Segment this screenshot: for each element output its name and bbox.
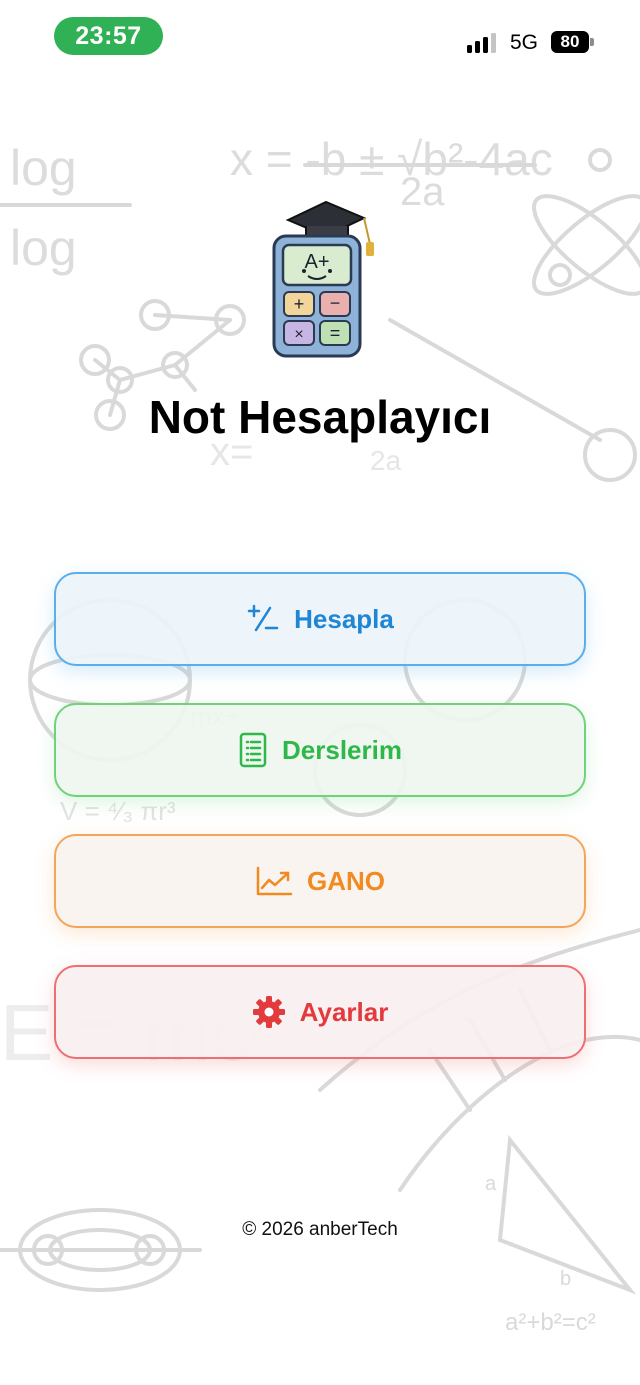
svg-text:+: + <box>294 294 305 314</box>
list-document-icon <box>238 732 268 768</box>
svg-text:log: log <box>10 220 77 276</box>
status-time[interactable]: 23:57 <box>54 17 163 55</box>
gano-button[interactable]: GANO <box>54 834 586 928</box>
svg-text:2a: 2a <box>400 170 445 214</box>
svg-text:a²+b²=c²: a²+b²=c² <box>505 1309 596 1336</box>
line-chart-icon <box>255 865 293 897</box>
svg-text:x = -b ± √b²-4ac: x = -b ± √b²-4ac <box>230 133 553 185</box>
battery-percent: 80 <box>560 32 580 51</box>
ayarlar-button[interactable]: Ayarlar <box>54 965 586 1059</box>
derslerim-button[interactable]: Derslerim <box>54 703 586 797</box>
svg-text:V = ⁴⁄₃ πr³: V = ⁴⁄₃ πr³ <box>60 796 176 826</box>
cellular-signal-icon <box>467 33 496 53</box>
svg-text:2a: 2a <box>370 445 402 476</box>
svg-text:×: × <box>294 326 303 343</box>
svg-text:a: a <box>485 1173 497 1195</box>
status-bar: 23:57 5G 80 <box>0 0 640 80</box>
network-type-label: 5G <box>510 31 539 54</box>
plus-minus-icon <box>246 602 280 636</box>
logo-grade-text: A+ <box>304 251 329 273</box>
svg-text:log: log <box>10 140 77 196</box>
gano-label: GANO <box>307 865 385 896</box>
calculator-graduation-cap-logo: A+ + − × = <box>272 200 374 358</box>
battery-icon: 80 <box>551 31 589 53</box>
battery-tip <box>590 38 594 46</box>
svg-text:b: b <box>560 1268 571 1290</box>
gear-icon <box>252 995 286 1029</box>
app-title: Not Hesaplayıcı <box>148 391 492 443</box>
svg-text:−: − <box>330 293 341 313</box>
copyright-footer: © 2026 anberTech <box>242 1219 398 1240</box>
ayarlar-label: Ayarlar <box>299 996 389 1027</box>
derslerim-label: Derslerim <box>282 734 402 765</box>
hesapla-button[interactable]: Hesapla <box>54 572 586 666</box>
svg-text:=: = <box>330 323 341 343</box>
hesapla-label: Hesapla <box>294 603 394 634</box>
